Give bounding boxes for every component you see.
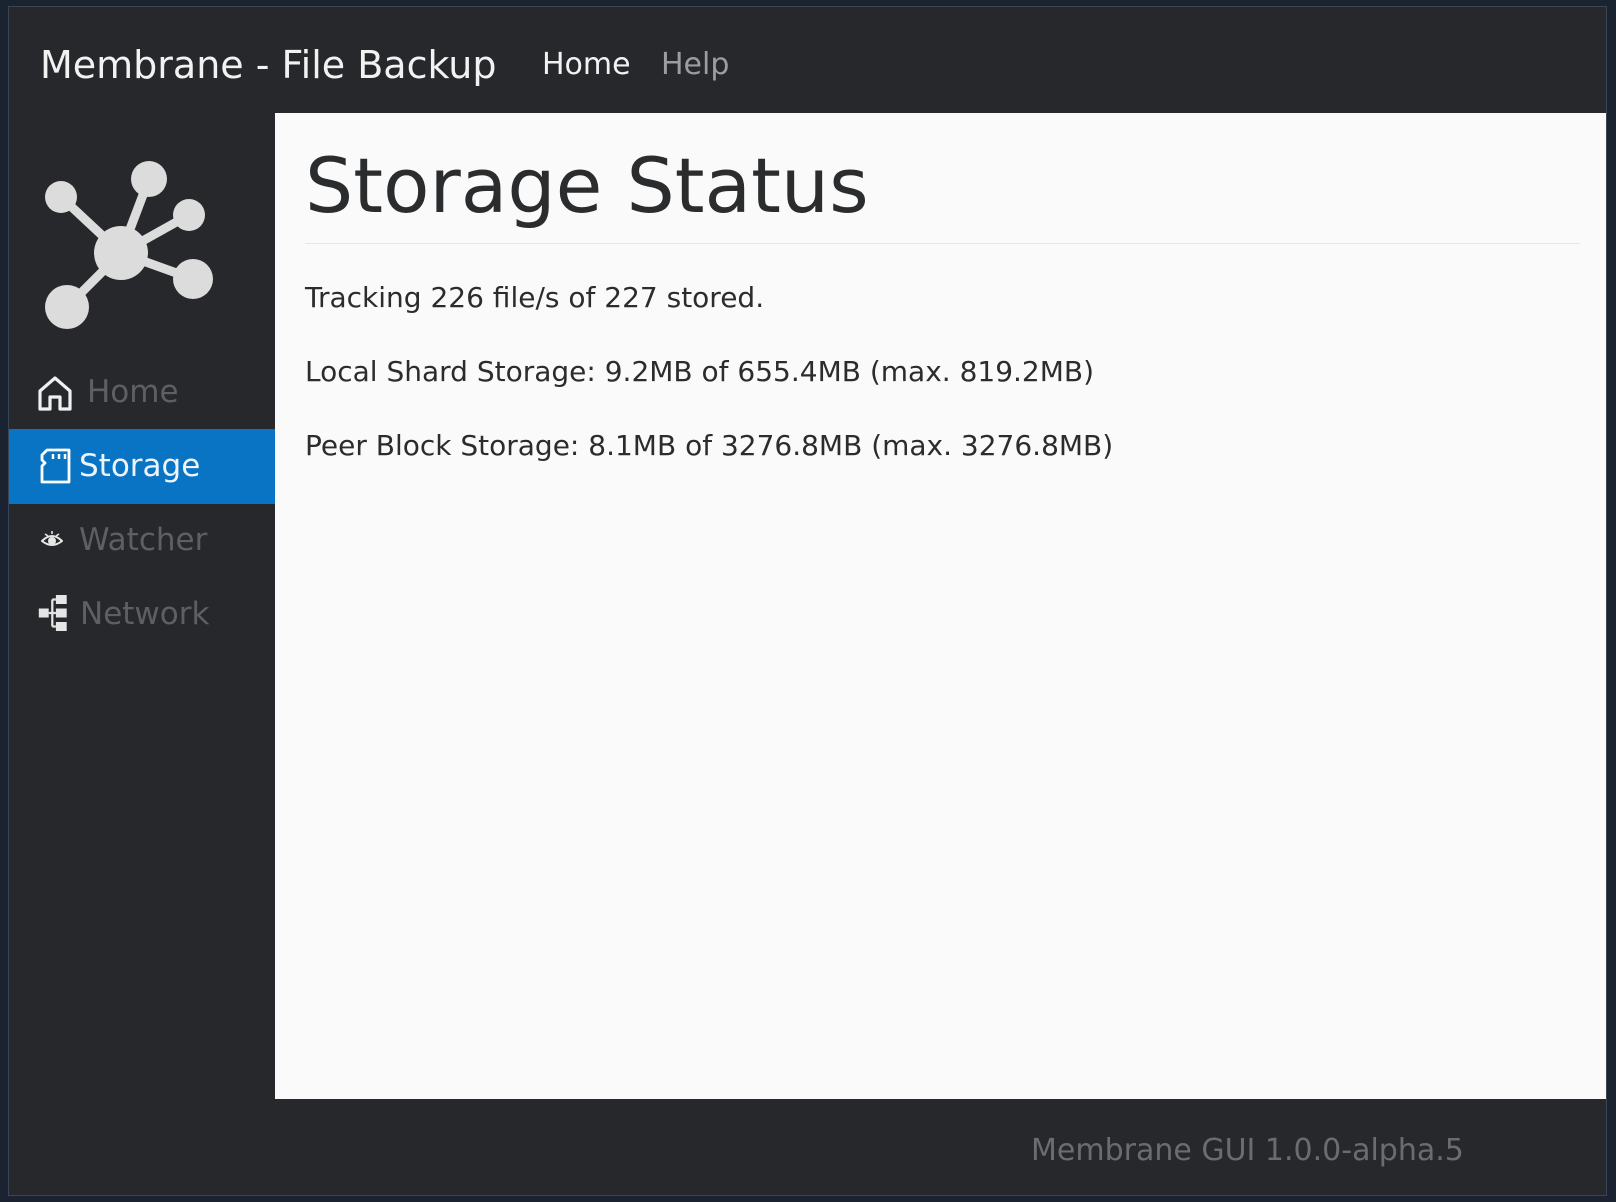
sidebar-item-label: Home — [87, 374, 179, 410]
sidebar-item-label: Network — [80, 596, 210, 632]
page-title: Storage Status — [305, 141, 869, 230]
sidebar: Home Storage Watcher Network — [9, 113, 275, 1099]
title-divider — [305, 243, 1580, 244]
eye-icon — [41, 531, 63, 546]
main-content: Storage Status Tracking 226 file/s of 22… — [275, 113, 1606, 1099]
version-label: Membrane GUI 1.0.0-alpha.5 — [1031, 1133, 1464, 1168]
topnav-home-link[interactable]: Home — [542, 45, 631, 85]
topnav-help-link[interactable]: Help — [661, 45, 729, 85]
sidebar-item-network[interactable]: Network — [9, 577, 275, 652]
tracked-files-stat: Tracking 226 file/s of 227 stored. — [305, 281, 765, 314]
home-icon — [38, 376, 72, 411]
top-navbar: Membrane - File Backup Home Help — [9, 7, 1606, 113]
local-shard-storage-stat: Local Shard Storage: 9.2MB of 655.4MB (m… — [305, 355, 1095, 388]
network-hub-icon — [45, 161, 213, 329]
sidebar-item-home[interactable]: Home — [9, 355, 275, 430]
sitemap-icon — [38, 595, 67, 631]
app-window: Membrane - File Backup Home Help Home St… — [8, 6, 1607, 1196]
peer-block-storage-stat: Peer Block Storage: 8.1MB of 3276.8MB (m… — [305, 429, 1114, 462]
app-title: Membrane - File Backup — [40, 43, 497, 87]
sidebar-item-label: Watcher — [79, 522, 208, 558]
sidebar-item-label: Storage — [79, 448, 201, 484]
footer: Membrane GUI 1.0.0-alpha.5 — [9, 1099, 1606, 1195]
sidebar-item-watcher[interactable]: Watcher — [9, 503, 275, 578]
sidebar-item-storage[interactable]: Storage — [9, 429, 275, 504]
sd-card-icon — [40, 448, 71, 484]
